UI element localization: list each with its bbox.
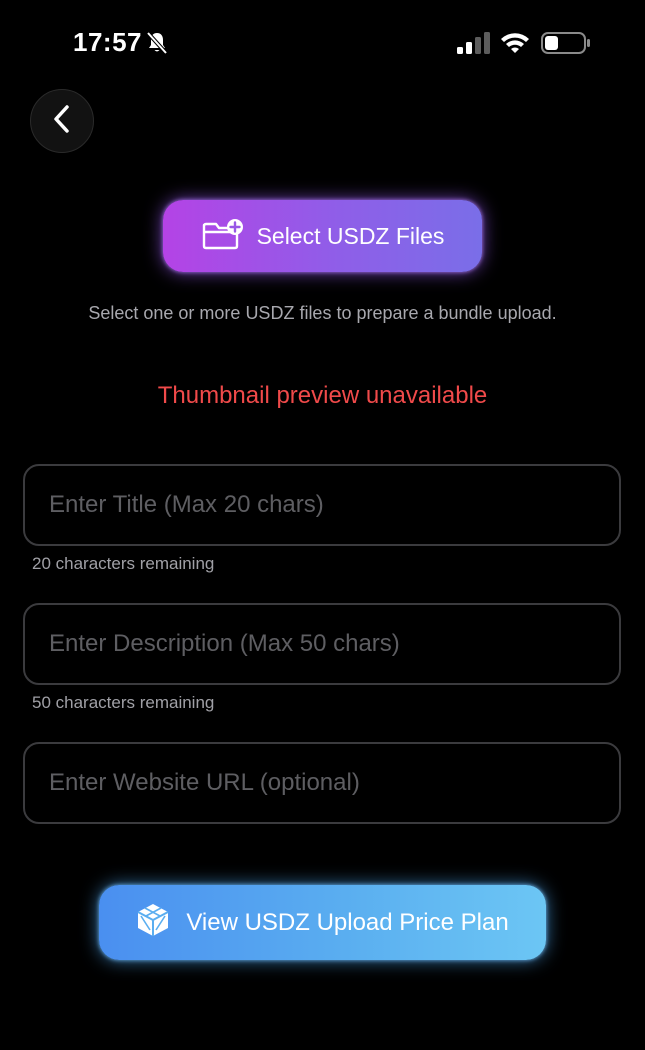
cellular-signal-icon bbox=[456, 32, 492, 54]
cube-icon bbox=[136, 902, 170, 943]
battery-icon bbox=[541, 31, 591, 55]
back-button[interactable] bbox=[30, 89, 94, 153]
website-url-input[interactable] bbox=[25, 744, 619, 822]
view-price-plan-button[interactable]: View USDZ Upload Price Plan bbox=[99, 885, 546, 960]
title-field-container bbox=[23, 464, 621, 546]
view-price-plan-label: View USDZ Upload Price Plan bbox=[186, 908, 509, 936]
select-files-hint: Select one or more USDZ files to prepare… bbox=[88, 303, 557, 323]
title-characters-remaining: 20 characters remaining bbox=[32, 554, 215, 573]
description-characters-remaining: 50 characters remaining bbox=[32, 693, 215, 712]
thumbnail-error-message: Thumbnail preview unavailable bbox=[157, 382, 488, 409]
description-field-container bbox=[23, 603, 621, 685]
chevron-left-icon bbox=[51, 104, 73, 139]
bell-slash-icon bbox=[146, 31, 168, 55]
select-usdz-files-button[interactable]: Select USDZ Files bbox=[163, 200, 482, 272]
select-usdz-files-label: Select USDZ Files bbox=[256, 222, 445, 249]
folder-add-icon bbox=[201, 217, 245, 256]
website-url-field-container bbox=[23, 742, 621, 824]
description-input[interactable] bbox=[25, 605, 619, 683]
wifi-icon bbox=[500, 31, 530, 53]
title-input[interactable] bbox=[25, 466, 619, 544]
status-time: 17:57 bbox=[73, 27, 142, 57]
